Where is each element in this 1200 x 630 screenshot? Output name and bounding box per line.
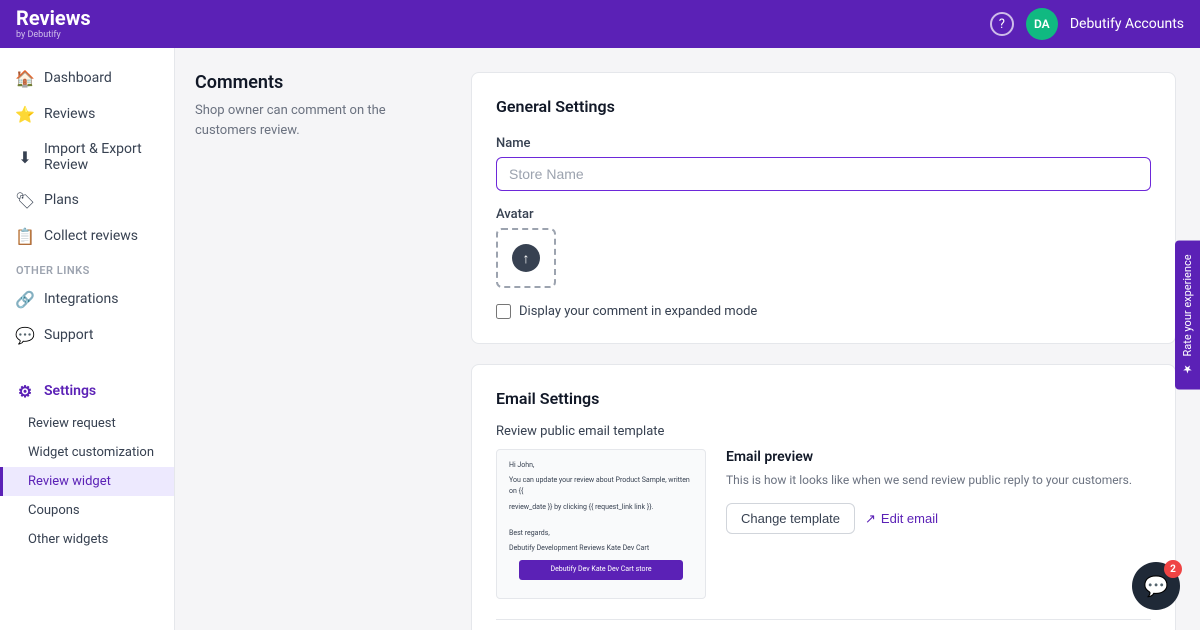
external-link-icon: ↗	[865, 511, 876, 527]
preview1-title: Email preview	[726, 449, 1151, 465]
other-links-label: OTHER LINKS	[0, 254, 174, 281]
sidebar-item-integrations[interactable]: 🔗 Integrations	[0, 281, 174, 317]
integrations-icon: 🔗	[16, 290, 34, 308]
template1-label: Review public email template	[496, 424, 1151, 439]
general-settings-card: General Settings Name Avatar ↑ Display y…	[471, 72, 1176, 344]
chat-bubble[interactable]: 💬 2	[1132, 562, 1180, 610]
help-button[interactable]: ?	[990, 12, 1014, 36]
template1-content: Hi John, You can update your review abou…	[497, 450, 705, 596]
support-icon: 💬	[16, 326, 34, 344]
name-label: Name	[496, 136, 1151, 151]
main-content: Comments Shop owner can comment on the c…	[175, 48, 1200, 630]
sidebar-sub-coupons[interactable]: Coupons	[0, 496, 174, 525]
sidebar-item-plans[interactable]: 🏷 Plans	[0, 182, 174, 218]
import-export-icon: ⬇	[16, 148, 34, 166]
sidebar-sub-review-widget[interactable]: Review widget	[0, 467, 174, 496]
left-panel-desc: Shop owner can comment on the customers …	[195, 101, 435, 140]
left-panel-title: Comments	[195, 72, 435, 93]
avatar-label: Avatar	[496, 207, 1151, 222]
expanded-mode-label[interactable]: Display your comment in expanded mode	[519, 304, 757, 319]
sidebar-item-collect-reviews[interactable]: 📋 Collect reviews	[0, 218, 174, 254]
template1-preview: Hi John, You can update your review abou…	[496, 449, 706, 599]
template-divider	[496, 619, 1151, 620]
avatar-upload-button[interactable]: ↑	[496, 228, 556, 288]
name-form-group: Name	[496, 136, 1151, 191]
preview1-desc: This is how it looks like when we send r…	[726, 471, 1151, 489]
sidebar-label-import-export: Import & Export Review	[44, 141, 158, 173]
sidebar-item-settings[interactable]: ⚙ Settings	[0, 373, 174, 409]
sidebar-sub-widget-customization[interactable]: Widget customization	[0, 438, 174, 467]
template1-row: Hi John, You can update your review abou…	[496, 449, 1151, 599]
general-settings-title: General Settings	[496, 97, 1151, 116]
change-template1-button[interactable]: Change template	[726, 503, 855, 534]
collect-icon: 📋	[16, 227, 34, 245]
app-header: Reviews by Debutify ? DA Debutify Accoun…	[0, 0, 1200, 48]
store-name-input[interactable]	[496, 157, 1151, 191]
expanded-mode-row: Display your comment in expanded mode	[496, 304, 1151, 319]
settings-icon: ⚙	[16, 382, 34, 400]
email-settings-card: Email Settings Review public email templ…	[471, 364, 1176, 630]
sidebar-label-dashboard: Dashboard	[44, 70, 112, 86]
sidebar-item-support[interactable]: 💬 Support	[0, 317, 174, 353]
expanded-mode-checkbox[interactable]	[496, 304, 511, 319]
rate-experience-tab[interactable]: ★ Rate your experience	[1175, 240, 1200, 389]
sidebar-label-plans: Plans	[44, 192, 79, 208]
reviews-icon: ⭐	[16, 105, 34, 123]
header-right: ? DA Debutify Accounts	[990, 8, 1184, 40]
rate-experience-icon: ★	[1181, 363, 1194, 376]
sidebar-label-integrations: Integrations	[44, 291, 118, 307]
upload-icon: ↑	[512, 244, 540, 272]
sidebar-label-reviews: Reviews	[44, 106, 95, 122]
chat-icon: 💬	[1144, 574, 1169, 598]
sidebar-sub-other-widgets[interactable]: Other widgets	[0, 525, 174, 554]
dashboard-icon: 🏠	[16, 69, 34, 87]
email-settings-title: Email Settings	[496, 389, 1151, 408]
app-logo: Reviews by Debutify	[16, 8, 91, 40]
account-name[interactable]: Debutify Accounts	[1070, 16, 1184, 32]
logo-title: Reviews	[16, 8, 91, 28]
right-panel: General Settings Name Avatar ↑ Display y…	[455, 48, 1200, 630]
template1-info: Email preview This is how it looks like …	[726, 449, 1151, 534]
sidebar-label-support: Support	[44, 327, 93, 343]
template1-actions: Change template ↗ Edit email	[726, 503, 1151, 534]
plans-icon: 🏷	[16, 191, 34, 209]
template1-preview-btn: Debutify Dev Kate Dev Cart store	[519, 560, 683, 579]
sidebar-item-reviews[interactable]: ⭐ Reviews	[0, 96, 174, 132]
avatar: DA	[1026, 8, 1058, 40]
avatar-form-group: Avatar ↑	[496, 207, 1151, 288]
sidebar-item-dashboard[interactable]: 🏠 Dashboard	[0, 60, 174, 96]
chat-badge: 2	[1164, 560, 1182, 578]
sidebar: 🏠 Dashboard ⭐ Reviews ⬇ Import & Export …	[0, 48, 175, 630]
sidebar-item-import-export[interactable]: ⬇ Import & Export Review	[0, 132, 174, 182]
rate-experience-label: Rate your experience	[1181, 254, 1194, 356]
edit-email1-button[interactable]: ↗ Edit email	[865, 511, 938, 527]
left-panel: Comments Shop owner can comment on the c…	[175, 48, 455, 630]
sidebar-label-settings: Settings	[44, 383, 96, 399]
logo-sub: by Debutify	[16, 30, 91, 40]
sidebar-label-collect: Collect reviews	[44, 228, 138, 244]
sidebar-sub-review-request[interactable]: Review request	[0, 409, 174, 438]
